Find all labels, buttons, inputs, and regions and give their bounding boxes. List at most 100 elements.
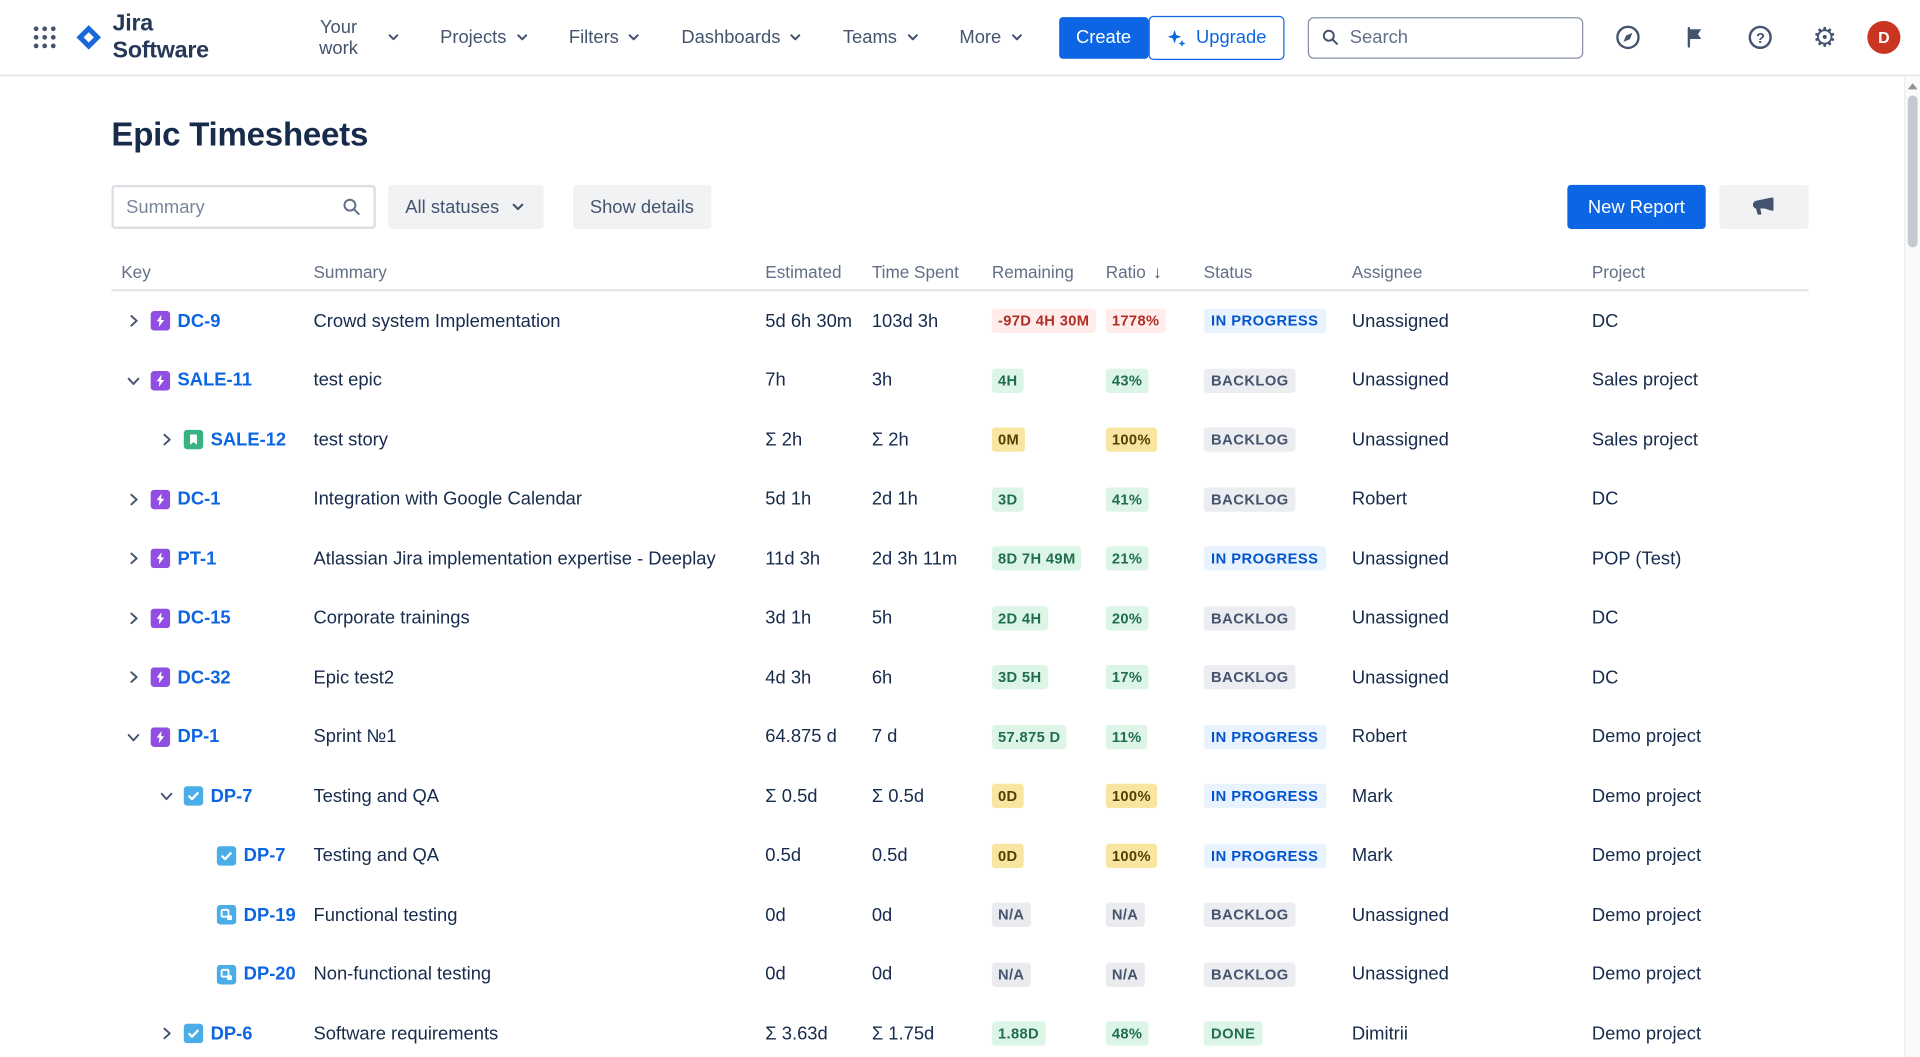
column-header-project[interactable]: Project (1592, 262, 1809, 282)
discover-button[interactable] (1607, 16, 1650, 59)
column-header-remaining[interactable]: Remaining (992, 262, 1106, 282)
main-content: Epic Timesheets All statuses Show detail… (0, 76, 1920, 1057)
chevron-right-icon (125, 728, 142, 745)
nav-item-your-work[interactable]: Your work (297, 9, 404, 65)
assignee-value: Robert (1352, 489, 1592, 510)
remaining-badge: N/A (992, 962, 1031, 986)
issue-key-link[interactable]: DP-6 (211, 1023, 253, 1044)
search-input[interactable] (1350, 27, 1570, 48)
project-value: DC (1592, 608, 1809, 629)
issue-key-link[interactable]: DP-7 (211, 786, 253, 807)
expand-chevron[interactable] (121, 665, 145, 689)
issue-type-icon (217, 965, 237, 985)
expand-chevron[interactable] (121, 309, 145, 333)
app-switcher-button[interactable] (24, 17, 64, 57)
remaining-badge: 57.875 D (992, 725, 1067, 749)
table-row: DP-19 Functional testing 0d 0d N/A N/A B… (111, 885, 1808, 944)
nav-item-more[interactable]: More (957, 20, 1027, 56)
settings-button[interactable]: ⚙ (1805, 17, 1844, 59)
chevron-right-icon (125, 669, 142, 686)
remaining-badge: 3D 5H (992, 665, 1048, 689)
expand-chevron[interactable] (121, 546, 145, 570)
expand-chevron[interactable] (154, 784, 178, 808)
issue-key-link[interactable]: DP-19 (244, 905, 296, 926)
nav-item-filters[interactable]: Filters (566, 20, 644, 56)
column-header-assignee[interactable]: Assignee (1352, 262, 1592, 282)
expand-chevron[interactable] (121, 487, 145, 511)
status-badge: BACKLOG (1204, 606, 1296, 630)
assignee-value: Mark (1352, 845, 1592, 866)
assignee-value: Unassigned (1352, 964, 1592, 985)
issue-type-icon (151, 311, 171, 331)
issue-key-link[interactable]: SALE-11 (178, 370, 253, 391)
issue-key-link[interactable]: PT-1 (178, 548, 217, 569)
summary-filter-input[interactable] (126, 197, 341, 218)
ratio-badge: 100% (1106, 428, 1157, 452)
avatar[interactable]: D (1867, 21, 1900, 54)
help-button[interactable]: ? (1742, 18, 1780, 56)
expand-chevron[interactable] (154, 428, 178, 452)
ratio-badge: 11% (1106, 725, 1148, 749)
estimated-value: 11d 3h (765, 548, 872, 569)
issue-summary: Epic test2 (313, 667, 765, 688)
issue-key-link[interactable]: DP-20 (244, 964, 296, 985)
time-spent-value: 3h (872, 370, 992, 391)
issue-summary: Testing and QA (313, 845, 765, 866)
show-details-button[interactable]: Show details (573, 185, 711, 229)
nav-item-dashboards[interactable]: Dashboards (679, 20, 806, 56)
column-header-estimated[interactable]: Estimated (765, 262, 872, 282)
remaining-badge: 2D 4H (992, 606, 1048, 630)
epic-icon (151, 668, 171, 688)
scrollbar-thumb[interactable] (1908, 96, 1918, 248)
feedback-button[interactable] (1719, 185, 1808, 229)
issue-key-link[interactable]: DC-15 (178, 608, 231, 629)
task-icon (184, 786, 204, 806)
column-header-ratio[interactable]: Ratio ↓ (1106, 262, 1204, 282)
issue-key-link[interactable]: SALE-12 (211, 429, 287, 450)
upgrade-button[interactable]: Upgrade (1148, 15, 1285, 59)
summary-filter[interactable] (111, 185, 375, 229)
chevron-right-icon (125, 491, 142, 508)
magnifier-icon (341, 196, 361, 218)
time-spent-value: 0d (872, 964, 992, 985)
expand-chevron[interactable] (154, 1022, 178, 1046)
expand-chevron[interactable] (121, 368, 145, 392)
nav-item-projects[interactable]: Projects (438, 20, 533, 56)
remaining-badge: 3D (992, 487, 1024, 511)
scrollbar-up-arrow[interactable] (1905, 76, 1920, 94)
search-box[interactable] (1308, 17, 1584, 59)
column-header-summary[interactable]: Summary (313, 262, 765, 282)
issue-key-link[interactable]: DP-1 (178, 726, 220, 747)
issue-key-link[interactable]: DP-7 (244, 845, 286, 866)
project-value: DC (1592, 667, 1809, 688)
status-badge: BACKLOG (1204, 368, 1296, 392)
ratio-badge: 17% (1106, 665, 1149, 689)
expand-chevron[interactable] (121, 725, 145, 749)
app-window: Jira Software Your work Projects Filters… (0, 0, 1920, 1057)
project-value: Demo project (1592, 964, 1809, 985)
issue-summary: Atlassian Jira implementation expertise … (313, 548, 765, 569)
issue-key-link[interactable]: DC-9 (178, 311, 221, 332)
nav-item-label: Filters (569, 27, 619, 48)
remaining-badge: 4H (992, 368, 1024, 392)
create-button[interactable]: Create (1059, 17, 1148, 59)
issue-key-link[interactable]: DC-1 (178, 489, 221, 510)
estimated-value: 0d (765, 964, 872, 985)
estimated-value: 4d 3h (765, 667, 872, 688)
status-filter-dropdown[interactable]: All statuses (388, 185, 543, 229)
flag-icon (1683, 24, 1709, 50)
column-header-time-spent[interactable]: Time Spent (872, 262, 992, 282)
column-header-key[interactable]: Key (111, 262, 313, 282)
column-header-status[interactable]: Status (1204, 262, 1352, 282)
expand-chevron[interactable] (121, 606, 145, 630)
jira-logo-icon (75, 23, 103, 51)
chevron-down-icon (509, 198, 526, 215)
nav-item-teams[interactable]: Teams (840, 20, 922, 56)
issue-summary: Testing and QA (313, 786, 765, 807)
estimated-value: 64.875 d (765, 726, 872, 747)
issue-key-link[interactable]: DC-32 (178, 667, 231, 688)
remaining-badge: -97D 4H 30M (992, 309, 1096, 333)
jira-logo[interactable]: Jira Software (75, 10, 255, 64)
notifications-button[interactable] (1675, 17, 1715, 57)
new-report-button[interactable]: New Report (1567, 185, 1706, 229)
